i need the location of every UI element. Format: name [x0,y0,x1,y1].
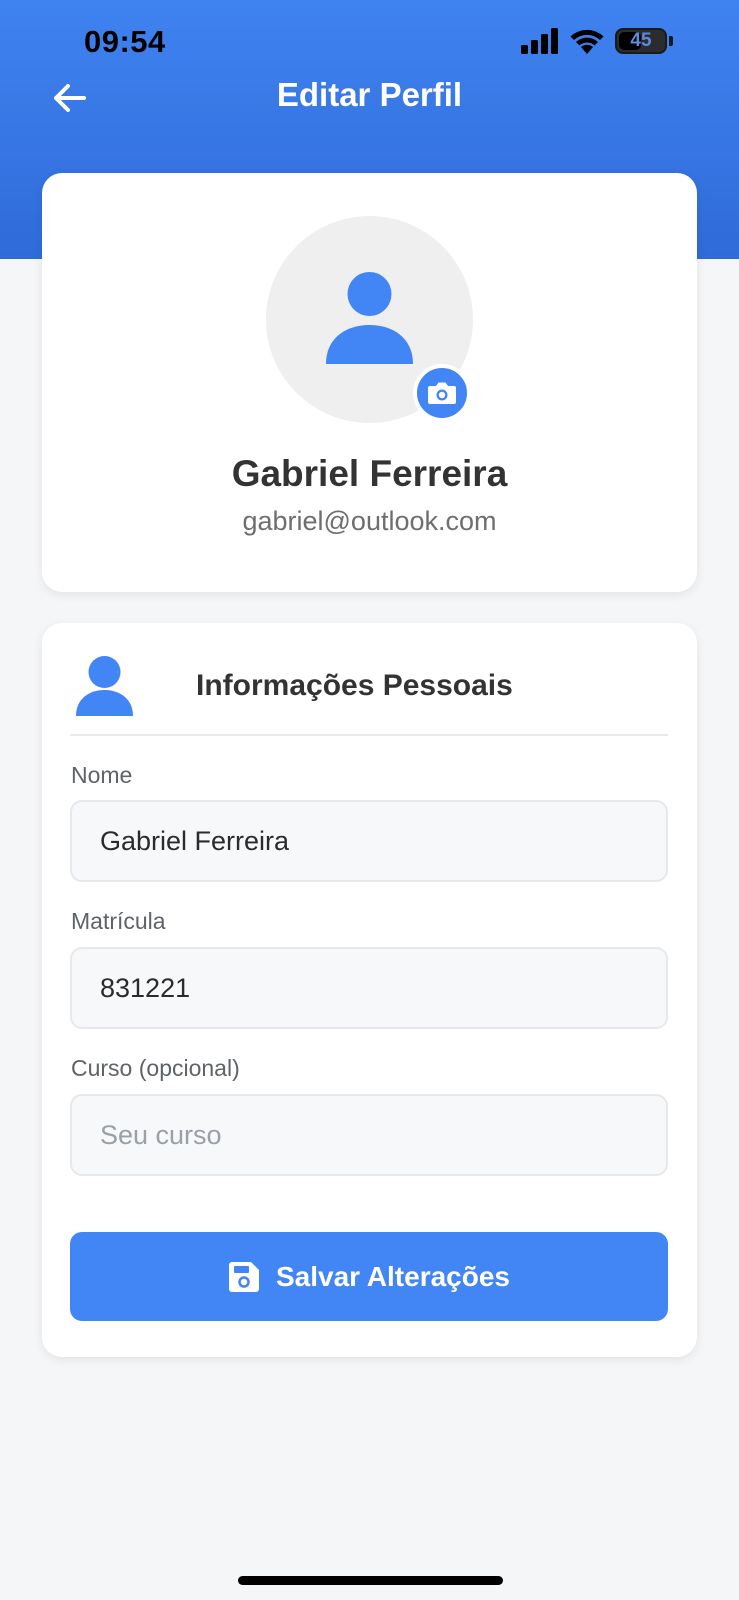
section-header: Informações Pessoais [70,653,668,716]
home-indicator[interactable] [238,1576,503,1585]
status-time: 09:54 [84,24,166,59]
person-icon [76,656,133,716]
floppy-disk-icon [229,1261,259,1292]
divider [70,734,668,736]
curso-label: Curso (opcional) [71,1055,240,1081]
profile-card: Gabriel Ferreira gabriel@outlook.com [42,173,697,592]
signal-icon [521,28,558,54]
camera-icon [428,382,456,404]
save-changes-button[interactable]: Salvar Alterações [70,1232,668,1321]
change-photo-button[interactable] [413,364,471,422]
name-input[interactable] [70,800,668,882]
battery-level: 45 [630,30,652,51]
curso-input[interactable] [70,1094,668,1176]
matricula-label: Matrícula [71,908,166,934]
personal-info-card: Informações Pessoais Nome Matrícula Curs… [42,623,697,1357]
person-icon [326,272,413,364]
section-title: Informações Pessoais [196,669,513,702]
status-bar: 09:54 45 [0,0,739,80]
save-button-label: Salvar Alterações [276,1260,510,1292]
profile-email: gabriel@outlook.com [242,506,497,536]
matricula-input[interactable] [70,947,668,1029]
status-icons: 45 [521,28,673,54]
page-title: Editar Perfil [276,76,463,113]
profile-name: Gabriel Ferreira [231,453,508,494]
wifi-icon [570,29,604,54]
battery-icon: 45 [615,28,667,54]
name-label: Nome [71,762,133,788]
edit-profile-screen: 09:54 45 Editar Perfil Gabriel Ferreira … [0,0,739,1600]
battery-nub [669,36,673,46]
